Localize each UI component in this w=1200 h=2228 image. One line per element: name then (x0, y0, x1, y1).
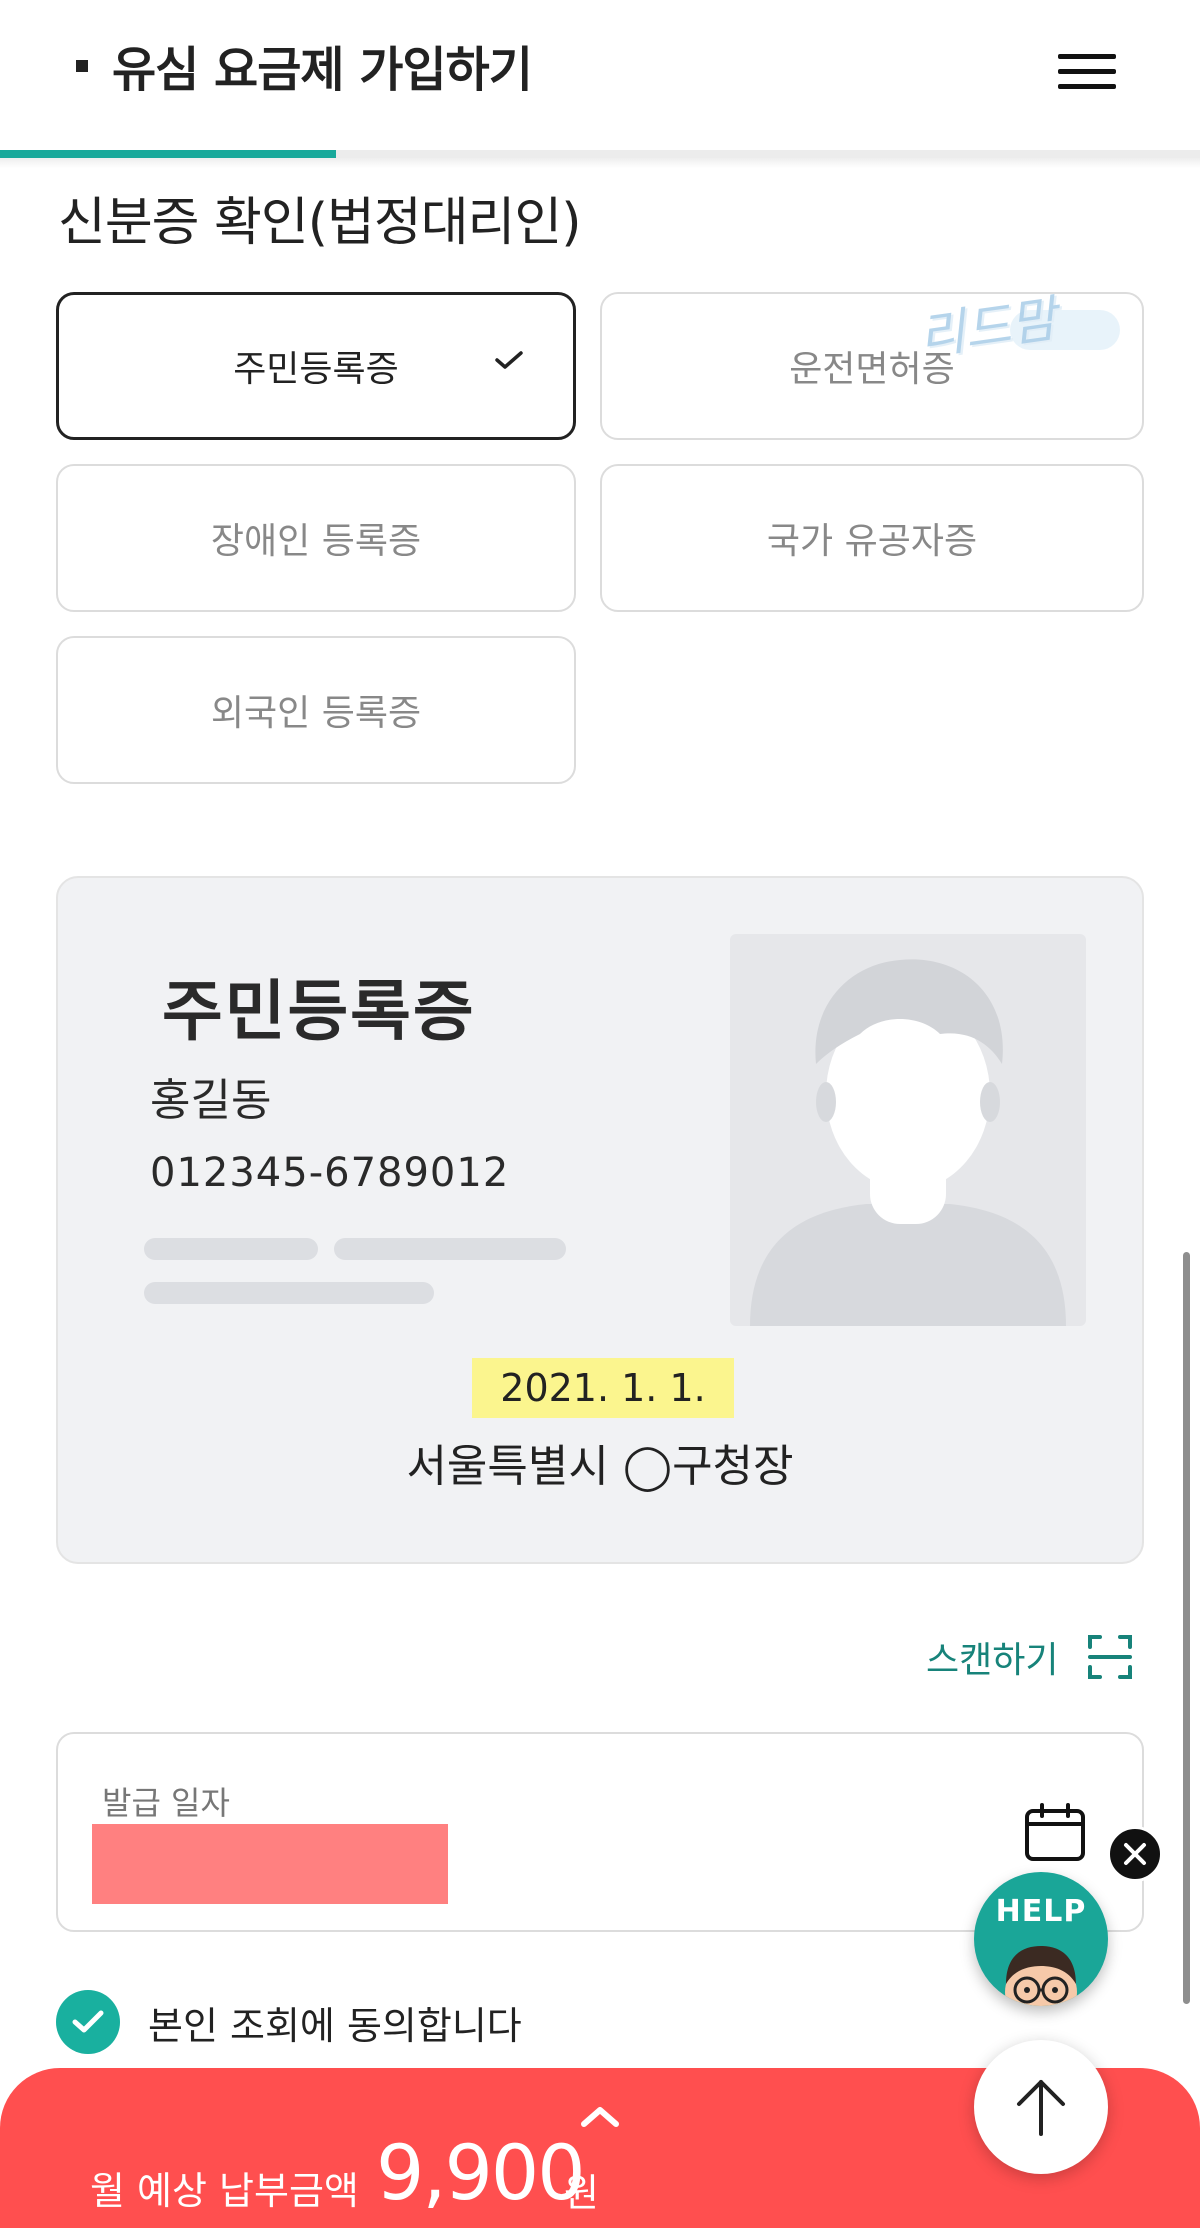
price-label: 월 예상 납부금액 (90, 2169, 359, 2213)
close-icon (1124, 1843, 1146, 1865)
scroll-to-top-button[interactable] (974, 2040, 1108, 2174)
issue-date-label: 발급 일자 (102, 1784, 230, 1822)
help-mascot-icon (1005, 1946, 1077, 2006)
id-option-disability-card[interactable]: 장애인 등록증 (56, 464, 576, 612)
price-amount: 9,900 (376, 2128, 586, 2217)
id-card-title: 주민등록증 (162, 973, 476, 1050)
progress-fill (0, 150, 336, 158)
page-title: 유심 요금제 가입하기 (112, 42, 533, 98)
id-option-label: 외국인 등록증 (210, 693, 422, 734)
id-option-resident-card[interactable]: 주민등록증 (56, 292, 576, 440)
placeholder-line (144, 1282, 434, 1304)
help-label: HELP (995, 1894, 1087, 1929)
id-card-illustration: 주민등록증 홍길동 012345-6789012 2021. 1. 1. 서울특… (56, 876, 1144, 1564)
id-option-label: 장애인 등록증 (210, 521, 422, 562)
id-card-number: 012345-6789012 (150, 1150, 510, 1196)
id-card-name: 홍길동 (150, 1075, 272, 1126)
person-silhouette-icon (750, 959, 1066, 1326)
watermark-cloud (1010, 310, 1120, 350)
progress-bar (0, 150, 1200, 158)
id-card-issuer: 서울특별시 ◯구청장 (406, 1441, 794, 1492)
close-help-button[interactable] (1107, 1826, 1163, 1882)
agree-checkbox[interactable]: 본인 조회에 동의합니다 (56, 1990, 522, 2054)
scan-button[interactable]: 스캔하기 (926, 1632, 1134, 1682)
id-option-label: 국가 유공자증 (766, 521, 978, 562)
help-button[interactable]: HELP (974, 1872, 1108, 2006)
placeholder-line (334, 1238, 566, 1260)
agree-label: 본인 조회에 동의합니다 (148, 2003, 522, 2048)
id-card-issue-date: 2021. 1. 1. (472, 1358, 734, 1418)
section-title: 신분증 확인(법정대리인) (58, 193, 582, 253)
placeholder-line (144, 1238, 318, 1260)
chevron-up-icon[interactable] (580, 2104, 620, 2128)
checkbox-checked-icon (56, 1990, 120, 2054)
header-shadow (0, 158, 1200, 168)
id-option-alien-card[interactable]: 외국인 등록증 (56, 636, 576, 784)
scan-frame-icon (1088, 1635, 1133, 1679)
id-option-veteran-card[interactable]: 국가 유공자증 (600, 464, 1144, 612)
id-photo-placeholder (730, 934, 1086, 1326)
title-bullet (76, 60, 88, 72)
calendar-icon[interactable] (1024, 1802, 1086, 1862)
scan-label: 스캔하기 (926, 1640, 1059, 1681)
menu-icon[interactable] (1058, 52, 1116, 92)
issue-date-value-redacted[interactable] (92, 1824, 448, 1904)
scrollbar[interactable] (1183, 1252, 1190, 2004)
check-icon (495, 351, 523, 369)
header: 유심 요금제 가입하기 (0, 0, 1200, 152)
arrow-up-icon (1017, 2080, 1065, 2136)
price-unit: 원 (564, 2171, 599, 2215)
